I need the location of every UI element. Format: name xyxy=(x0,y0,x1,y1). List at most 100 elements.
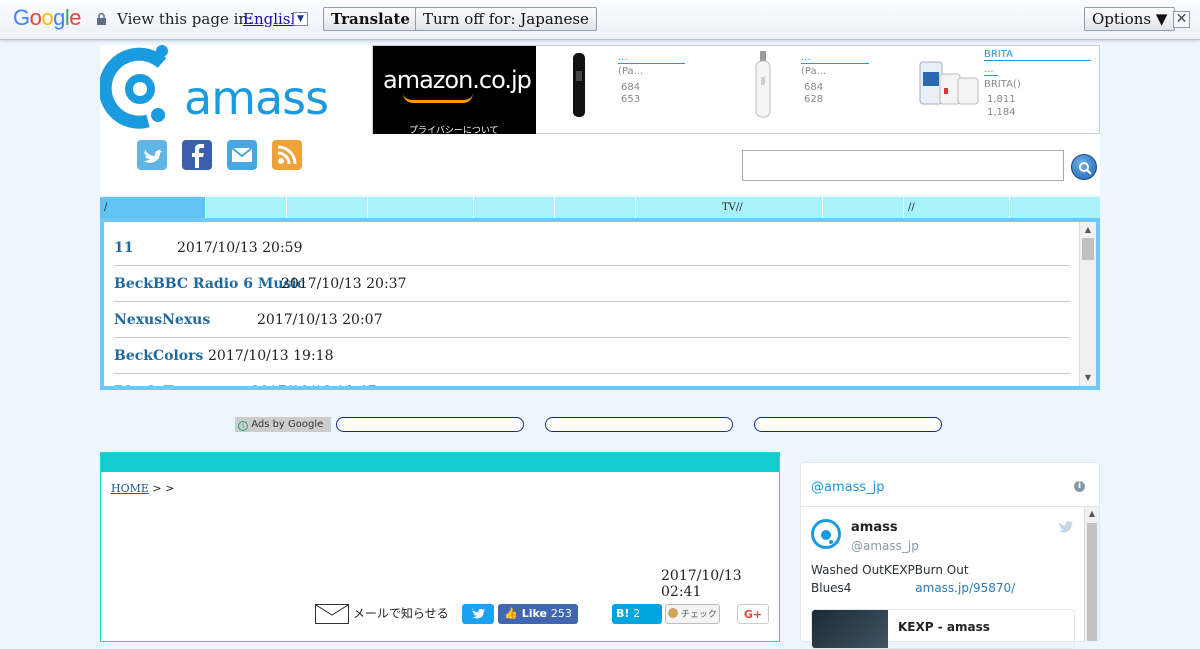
tweet-link[interactable]: amass.jp/95870/ xyxy=(915,581,1015,595)
facebook-like-button[interactable]: 👍 Like 253 xyxy=(498,604,578,624)
amazon-privacy-link[interactable]: プライバシーについて xyxy=(409,123,499,136)
trimmer-product-image xyxy=(573,53,585,117)
amazon-logo: amazon.co.jp xyxy=(383,66,532,94)
turn-off-button[interactable]: Turn off for: Japanese xyxy=(415,7,597,31)
facebook-icon[interactable] xyxy=(182,140,212,170)
news-title[interactable]: Black T xyxy=(114,374,174,386)
news-item[interactable]: NexusNexus 2017/10/13 20:07 xyxy=(114,302,1070,338)
news-item[interactable]: BeckColors 2017/10/13 19:18 xyxy=(114,338,1070,374)
google-logo-letter: o xyxy=(29,5,42,30)
article: HOME > > 2017/10/13 02:41 メールで知らせる 👍 Lik… xyxy=(100,452,780,642)
product-link[interactable]: ... xyxy=(801,52,869,64)
breadcrumb-separator: > xyxy=(165,482,175,495)
translate-button[interactable]: Translate xyxy=(323,7,418,31)
nav-item[interactable] xyxy=(287,197,368,218)
mail-notify-label: メールで知らせる xyxy=(352,606,449,621)
nav-item[interactable] xyxy=(474,197,555,218)
product-ad[interactable]: BRITA ... BRITA() 1,811 1,184 xyxy=(916,46,1100,134)
nav-item[interactable]: / xyxy=(100,197,206,218)
envelope-icon xyxy=(315,604,349,624)
hatena-bookmark-button[interactable]: B! 2 xyxy=(612,604,662,624)
amazon-ad-strip: amazon.co.jp プライバシーについて ... (Pa... 684 6… xyxy=(372,45,1100,136)
tweet-text: Washed OutKEXPBurn Out Blues4 amass.jp/9… xyxy=(811,561,1081,597)
news-item[interactable]: BeckBBC Radio 6 Music 2017/10/13 20:37 xyxy=(114,266,1070,302)
ad-link[interactable] xyxy=(336,417,524,432)
options-button[interactable]: Options ▼ xyxy=(1084,7,1176,31)
language-link[interactable]: English xyxy=(243,10,300,28)
rss-icon[interactable] xyxy=(272,140,302,170)
tweet-author-name[interactable]: amass xyxy=(851,520,898,535)
tweet-text-line: Blues4 xyxy=(811,581,852,595)
nav-item[interactable]: // xyxy=(904,197,1010,218)
nav-item[interactable] xyxy=(555,197,636,218)
scroll-up-icon[interactable]: ▲ xyxy=(1080,223,1096,237)
nav-item[interactable]: TV// xyxy=(636,197,823,218)
product-link[interactable]: ... xyxy=(618,52,685,64)
news-item[interactable]: Black T 2017/10/13 18:47 xyxy=(114,374,1070,386)
amazon-banner[interactable]: amazon.co.jp プライバシーについて xyxy=(373,46,536,136)
nav-item[interactable] xyxy=(823,197,904,218)
scroll-down-icon[interactable]: ▼ xyxy=(1080,371,1096,385)
tweet-card[interactable]: KEXP - amass xyxy=(811,609,1075,649)
news-title[interactable]: BeckBBC Radio 6 Music xyxy=(114,266,305,302)
site-logo[interactable]: amass xyxy=(98,45,329,130)
amass-logo-mark xyxy=(98,45,168,129)
article-header-bar xyxy=(101,453,779,472)
breadcrumb: HOME > > xyxy=(111,482,174,495)
scroll-thumb[interactable] xyxy=(1082,238,1094,260)
view-page-label: View this page in: xyxy=(117,10,254,28)
product-link-more[interactable]: ... xyxy=(984,64,998,76)
amazon-smile-icon xyxy=(403,93,473,103)
product-ad[interactable]: ... (Pa... 684 653 xyxy=(563,46,733,134)
product-ad[interactable]: ... (Pa... 684 628 xyxy=(748,46,918,134)
brita-product-image xyxy=(919,61,979,105)
nose-trimmer-product-image xyxy=(755,51,771,118)
tweet-author-handle[interactable]: @amass_jp xyxy=(851,539,919,553)
product-sale-price: 628 xyxy=(804,94,824,105)
mixi-label: チェック xyxy=(680,610,717,620)
article-date: 2017/10/13 02:41 xyxy=(661,568,742,600)
scroll-thumb[interactable] xyxy=(1087,523,1097,641)
nav-item[interactable] xyxy=(368,197,474,218)
search-input[interactable] xyxy=(742,150,1064,181)
news-date: 2017/10/13 20:07 xyxy=(257,312,383,328)
avatar[interactable] xyxy=(811,519,841,549)
twitter-bird-icon[interactable] xyxy=(1057,519,1073,533)
news-title[interactable]: 11 xyxy=(114,230,133,266)
google-logo-letter: o xyxy=(41,5,54,30)
info-icon: i xyxy=(238,421,248,431)
tweet-button[interactable] xyxy=(462,604,494,624)
info-icon[interactable]: i xyxy=(1074,481,1085,492)
news-title[interactable]: NexusNexus xyxy=(114,302,210,338)
product-link[interactable]: BRITA xyxy=(984,49,1091,61)
search-button[interactable] xyxy=(1071,154,1097,180)
news-scrollbar[interactable]: ▲ ▼ xyxy=(1079,222,1096,386)
google-plus-button[interactable]: G+ xyxy=(737,604,769,624)
close-icon[interactable]: ✕ xyxy=(1173,11,1190,28)
timeline-header[interactable]: @amass_jp xyxy=(811,480,885,495)
language-dropdown-icon[interactable]: ▼ xyxy=(293,12,308,26)
twitter-icon[interactable] xyxy=(137,140,167,170)
product-sale-price: 1,184 xyxy=(987,107,1016,118)
product-name: BRITA() xyxy=(984,79,1021,90)
news-title[interactable]: BeckColors xyxy=(114,338,203,374)
timeline-scrollbar[interactable]: ▲ xyxy=(1084,507,1099,642)
nav-item[interactable] xyxy=(206,197,287,218)
ad-link[interactable] xyxy=(754,417,942,432)
mail-icon[interactable] xyxy=(227,140,257,170)
google-logo-letter: G xyxy=(13,5,30,30)
hatena-label: B! xyxy=(616,607,630,620)
news-date: 2017/10/13 20:37 xyxy=(281,276,407,292)
ad-link[interactable] xyxy=(545,417,733,432)
product-name: (Pa... xyxy=(801,66,827,77)
news-date: 2017/10/13 20:59 xyxy=(177,240,303,256)
mixi-icon xyxy=(668,608,679,618)
mail-notify-button[interactable]: メールで知らせる xyxy=(315,604,449,624)
product-name: (Pa... xyxy=(618,66,644,77)
mixi-check-button[interactable]: チェック xyxy=(665,604,720,624)
breadcrumb-home[interactable]: HOME xyxy=(111,482,149,495)
news-item[interactable]: 11 2017/10/13 20:59 xyxy=(114,230,1070,266)
scroll-up-icon[interactable]: ▲ xyxy=(1085,509,1099,518)
nav-item[interactable] xyxy=(1010,197,1100,218)
ads-by-google[interactable]: i Ads by Google xyxy=(235,417,331,432)
